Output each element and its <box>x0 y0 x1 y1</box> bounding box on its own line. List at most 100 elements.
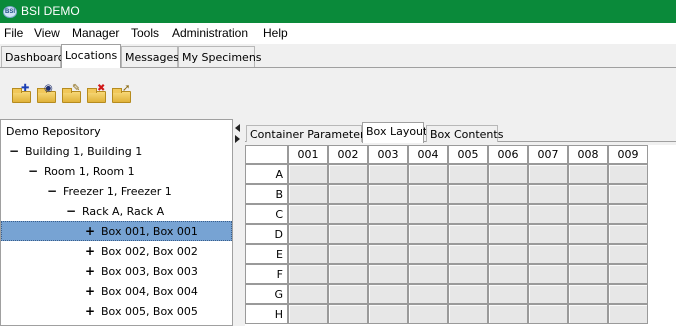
box-position-cell[interactable] <box>408 284 448 304</box>
box-position-cell[interactable] <box>368 244 408 264</box>
collapse-left-icon[interactable] <box>235 124 240 132</box>
folder-add-icon[interactable]: ✚ <box>11 84 33 106</box>
folder-delete-icon[interactable]: ✖ <box>86 84 108 106</box>
folder-edit-icon[interactable]: ✎ <box>61 84 83 106</box>
box-position-cell[interactable] <box>328 184 368 204</box>
tree-item[interactable]: − Room 1, Room 1 <box>1 162 232 182</box>
box-position-cell[interactable] <box>448 184 488 204</box>
box-position-cell[interactable] <box>288 224 328 244</box>
box-position-cell[interactable] <box>568 284 608 304</box>
box-position-cell[interactable] <box>568 264 608 284</box>
folder-view-icon[interactable]: ◉ <box>36 84 58 106</box>
box-position-cell[interactable] <box>608 184 648 204</box>
box-position-cell[interactable] <box>488 164 528 184</box>
tab-messages[interactable]: Messages <box>121 46 179 67</box>
box-position-cell[interactable] <box>568 184 608 204</box>
box-position-cell[interactable] <box>408 304 448 324</box>
collapse-icon[interactable]: − <box>47 184 57 198</box>
box-position-cell[interactable] <box>488 244 528 264</box>
tree-item[interactable]: + Box 002, Box 002 <box>1 242 232 262</box>
box-position-cell[interactable] <box>528 244 568 264</box>
box-position-cell[interactable] <box>368 224 408 244</box>
box-position-cell[interactable] <box>448 204 488 224</box>
tree-root[interactable]: Demo Repository <box>1 122 232 142</box>
box-position-cell[interactable] <box>528 264 568 284</box>
expand-icon[interactable]: + <box>85 224 95 238</box>
collapse-icon[interactable]: − <box>9 144 19 158</box>
box-position-cell[interactable] <box>568 224 608 244</box>
expand-icon[interactable]: + <box>85 244 95 258</box>
box-position-cell[interactable] <box>448 244 488 264</box>
box-position-cell[interactable] <box>288 264 328 284</box>
box-position-cell[interactable] <box>528 184 568 204</box>
box-position-cell[interactable] <box>288 164 328 184</box>
box-position-cell[interactable] <box>568 164 608 184</box>
tab-dashboard[interactable]: Dashboard <box>1 46 65 67</box>
expand-icon[interactable]: + <box>85 304 95 318</box>
box-position-cell[interactable] <box>448 264 488 284</box>
box-position-cell[interactable] <box>608 284 648 304</box>
box-position-cell[interactable] <box>488 284 528 304</box>
menu-view[interactable]: View <box>34 26 60 40</box>
box-position-cell[interactable] <box>528 284 568 304</box>
tab-my-specimens[interactable]: My Specimens <box>178 46 262 67</box>
box-position-cell[interactable] <box>608 244 648 264</box>
box-position-cell[interactable] <box>288 304 328 324</box>
box-position-cell[interactable] <box>408 164 448 184</box>
menu-tools[interactable]: Tools <box>131 26 159 40</box>
box-position-cell[interactable] <box>568 304 608 324</box>
tree-item[interactable]: + Box 005, Box 005 <box>1 302 232 322</box>
box-position-cell[interactable] <box>328 304 368 324</box>
box-position-cell[interactable] <box>408 224 448 244</box>
expand-icon[interactable]: + <box>85 284 95 298</box>
box-position-cell[interactable] <box>368 284 408 304</box>
box-position-cell[interactable] <box>488 264 528 284</box>
box-position-cell[interactable] <box>368 204 408 224</box>
box-position-cell[interactable] <box>608 304 648 324</box>
tab-box-contents[interactable]: Box Contents <box>426 125 503 142</box>
box-position-cell[interactable] <box>408 204 448 224</box>
box-position-cell[interactable] <box>408 264 448 284</box>
box-position-cell[interactable] <box>368 164 408 184</box>
box-position-cell[interactable] <box>288 184 328 204</box>
box-position-cell[interactable] <box>608 264 648 284</box>
box-position-cell[interactable] <box>528 224 568 244</box>
box-position-cell[interactable] <box>328 224 368 244</box>
tree-item[interactable]: − Freezer 1, Freezer 1 <box>1 182 232 202</box>
folder-move-icon[interactable]: ➚ <box>111 84 133 106</box>
tree-item[interactable]: − Rack A, Rack A <box>1 202 232 222</box>
box-position-cell[interactable] <box>328 284 368 304</box>
box-position-cell[interactable] <box>328 264 368 284</box>
box-position-cell[interactable] <box>368 184 408 204</box>
box-position-cell[interactable] <box>488 224 528 244</box>
box-position-cell[interactable] <box>408 184 448 204</box>
collapse-icon[interactable]: − <box>28 164 38 178</box>
box-position-cell[interactable] <box>288 244 328 264</box>
menu-administration[interactable]: Administration <box>172 26 248 40</box>
box-position-cell[interactable] <box>608 164 648 184</box>
box-position-cell[interactable] <box>368 304 408 324</box>
box-position-cell[interactable] <box>328 164 368 184</box>
box-position-cell[interactable] <box>528 164 568 184</box>
expand-icon[interactable]: + <box>85 264 95 278</box>
box-position-cell[interactable] <box>328 244 368 264</box>
tree-item[interactable]: + Box 004, Box 004 <box>1 282 232 302</box>
tab-locations[interactable]: Locations <box>61 44 121 68</box>
box-position-cell[interactable] <box>328 204 368 224</box>
box-position-cell[interactable] <box>448 224 488 244</box>
tab-container-parameters[interactable]: Container Parameters <box>246 125 370 142</box>
box-position-cell[interactable] <box>408 244 448 264</box>
tree-item[interactable]: − Building 1, Building 1 <box>1 142 232 162</box>
box-position-cell[interactable] <box>448 284 488 304</box>
panel-splitter[interactable] <box>233 119 243 326</box>
tree-item-selected[interactable]: + Box 001, Box 001 <box>1 221 232 241</box>
menu-manager[interactable]: Manager <box>72 26 119 40</box>
box-position-cell[interactable] <box>568 204 608 224</box>
box-position-cell[interactable] <box>528 304 568 324</box>
box-position-cell[interactable] <box>608 224 648 244</box>
box-position-cell[interactable] <box>528 204 568 224</box>
collapse-icon[interactable]: − <box>66 204 76 218</box>
tab-box-layout[interactable]: Box Layout <box>362 122 427 143</box>
expand-right-icon[interactable] <box>235 135 240 143</box>
menu-help[interactable]: Help <box>263 26 288 40</box>
